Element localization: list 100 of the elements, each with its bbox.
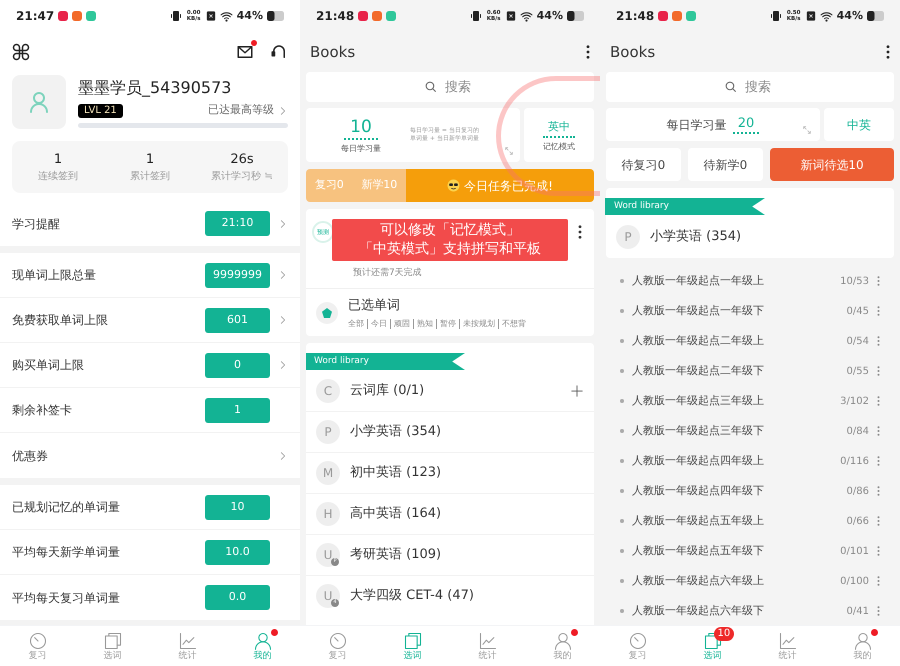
battery-icon (567, 11, 584, 21)
filter-link[interactable]: 未按规划 (459, 318, 498, 329)
library-name[interactable]: 高中英语 (164) (350, 504, 584, 524)
counter-tab[interactable]: 待新学0 (688, 148, 763, 181)
unit-name[interactable]: 人教版一年级起点三年级上 (632, 392, 832, 410)
expand-icon[interactable] (802, 125, 812, 135)
battery-percent: 44% (536, 8, 563, 24)
plus-icon[interactable] (570, 384, 584, 398)
library-name[interactable]: 初中英语 (123) (350, 463, 584, 483)
value-badge: 21:10 (205, 211, 270, 236)
setting-label: 学习提醒 (12, 216, 61, 232)
task-status-text: 今日任务已完成! (464, 178, 553, 194)
library-name[interactable]: 云词库 (0/1) (350, 380, 560, 400)
tab-bar-item[interactable]: 我的 (525, 626, 600, 666)
search-field[interactable]: 搜索 (306, 72, 594, 102)
unit-name[interactable]: 人教版一年级起点四年级下 (632, 482, 839, 500)
search-icon (424, 80, 437, 93)
setting-label: 平均每天新学单词量 (12, 544, 121, 561)
search-field[interactable]: 搜索 (606, 72, 894, 102)
setting-label: 平均每天复习单词量 (12, 590, 121, 606)
stat-label: 连续签到 (38, 170, 78, 184)
filter-link[interactable]: 今日 (367, 318, 390, 329)
unit-name[interactable]: 人教版一年级起点三年级下 (632, 422, 839, 440)
filter-link[interactable]: 不想背 (498, 318, 529, 329)
chevron-right-icon[interactable] (278, 360, 288, 370)
filter-link[interactable]: 全部 (348, 318, 367, 329)
tab-bar-item[interactable]: 我的 (825, 626, 900, 666)
library-name[interactable]: 小学英语 (354) (650, 226, 742, 246)
tab-bar-item[interactable]: 统计 (450, 626, 525, 666)
app-icon (72, 11, 82, 21)
unit-name[interactable]: 人教版一年级起点五年级下 (632, 542, 832, 560)
unit-word-count: 10/53 (840, 274, 869, 288)
memory-mode-card[interactable]: 英中 记忆模式 (524, 108, 594, 162)
unit-name[interactable]: 人教版一年级起点四年级上 (632, 452, 832, 470)
unit-name[interactable]: 人教版一年级起点二年级上 (632, 332, 839, 350)
unit-name[interactable]: 人教版一年级起点一年级上 (632, 272, 832, 290)
unit-name[interactable]: 人教版一年级起点六年级下 (632, 602, 839, 620)
headset-icon[interactable] (270, 43, 288, 61)
page-title: Books (610, 42, 656, 63)
filter-link[interactable]: 暂停 (436, 318, 459, 329)
letter-avatar: P (616, 224, 640, 248)
unit-word-count: 0/54 (846, 334, 869, 348)
filter-link[interactable]: 熟知 (413, 318, 436, 329)
cards-icon (402, 630, 422, 650)
chevron-right-icon[interactable] (278, 218, 288, 228)
setting-label: 优惠券 (12, 448, 49, 464)
pentagon-icon (321, 306, 333, 318)
line-chart-icon (478, 630, 498, 650)
tab-bar-item[interactable]: 统计 (150, 626, 225, 666)
unit-word-count: 0/41 (846, 604, 869, 618)
unit-word-count: 0/116 (840, 454, 869, 468)
app-icon (672, 11, 682, 21)
app-icon (358, 11, 368, 21)
setting-label: 免费获取单词上限 (12, 312, 109, 329)
counter-tab[interactable]: 待复习0 (606, 148, 681, 181)
unit-name[interactable]: 人教版一年级起点五年级上 (632, 512, 839, 530)
app-icon (58, 11, 68, 21)
unit-word-count: 0/100 (840, 574, 869, 588)
library-name[interactable]: 大学四级 CET-4 (47) (350, 586, 584, 606)
unit-word-count: 0/84 (846, 424, 869, 438)
app-icon (372, 11, 382, 21)
gauge-icon (328, 630, 348, 650)
letter-avatar: M (316, 461, 340, 485)
chevron-right-icon[interactable] (278, 270, 288, 280)
unit-name[interactable]: 人教版一年级起点二年级下 (632, 362, 839, 380)
person-icon (552, 630, 572, 650)
battery-percent: 44% (836, 8, 863, 24)
unit-word-count: 0/86 (846, 484, 869, 498)
expand-icon[interactable] (504, 146, 514, 156)
library-name[interactable]: 小学英语 (354) (350, 422, 584, 442)
chevron-right-icon[interactable] (278, 315, 288, 325)
person-icon (252, 630, 272, 650)
count-badge: 10 (714, 627, 734, 641)
app-icon (86, 11, 96, 21)
callout-text: 可以修改「记忆模式」 (380, 221, 520, 240)
level-note[interactable]: 已达最高等级 (208, 102, 274, 119)
value-badge: 1 (205, 398, 270, 422)
unit-name[interactable]: 人教版一年级起点六年级上 (632, 572, 832, 590)
stat-value: 26s (230, 150, 254, 169)
library-name[interactable]: 考研英语 (109) (350, 545, 584, 565)
tab-bar-item[interactable]: 统计 (750, 626, 825, 666)
setting-label: 现单词上限总量 (12, 267, 97, 284)
counter-tab[interactable]: 新词待选10 (770, 148, 894, 181)
more-icon[interactable] (578, 225, 582, 239)
line-chart-icon (178, 630, 198, 650)
mail-icon[interactable] (236, 43, 254, 61)
filter-link[interactable]: 顽固 (390, 318, 413, 329)
app-icon (686, 11, 696, 21)
selected-words-title[interactable]: 已选单词 (348, 296, 529, 316)
daily-label: 每日学习量 (666, 116, 727, 134)
setting-label: 剩余补签卡 (12, 402, 73, 419)
setting-label: 购买单词上限 (12, 357, 85, 374)
chevron-right-icon[interactable] (278, 106, 288, 116)
more-icon[interactable] (586, 45, 590, 59)
apps-icon[interactable] (12, 43, 30, 61)
chevron-right-icon[interactable] (278, 450, 288, 460)
unit-name[interactable]: 人教版一年级起点一年级下 (632, 302, 839, 320)
more-icon[interactable] (886, 45, 890, 59)
tab-bar-item[interactable]: 选词 10 (675, 626, 750, 666)
sim-icon (806, 11, 816, 21)
